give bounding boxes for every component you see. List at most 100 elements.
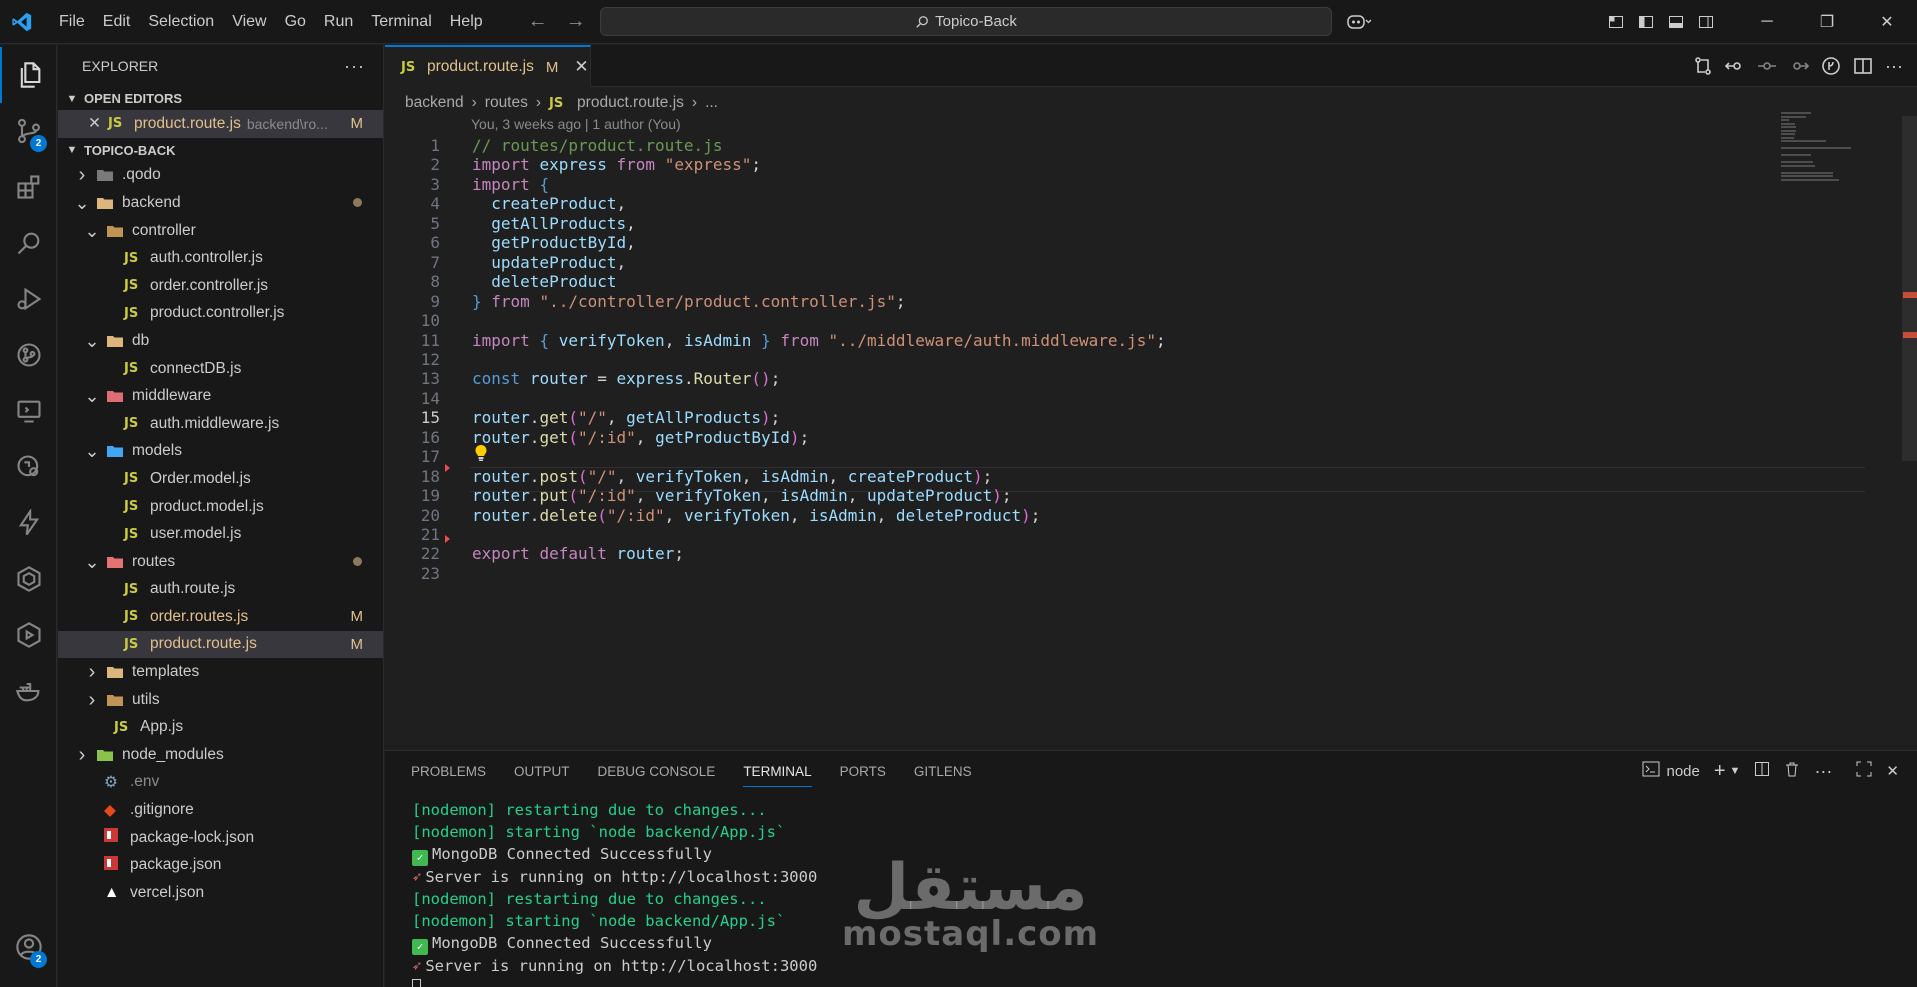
tree-item[interactable]: ⌄ routes (58, 548, 383, 576)
source-control-icon[interactable]: 2 (0, 103, 57, 159)
breadcrumb-backend[interactable]: backend (405, 94, 464, 112)
toggle-primary-sidebar-icon[interactable] (1631, 0, 1661, 44)
gitlens-inspect-icon[interactable] (1821, 56, 1841, 76)
accounts-icon[interactable]: 2 (0, 919, 57, 975)
split-editor-icon[interactable] (1853, 56, 1873, 76)
command-center-search[interactable]: Topico-Back (600, 7, 1332, 36)
breadcrumb-symbol[interactable]: ... (705, 94, 718, 112)
close-panel-icon[interactable]: ✕ (1886, 762, 1899, 780)
code-editor[interactable]: 1// routes/product.route.js 2 import expre… (385, 134, 1865, 679)
breadcrumb-file[interactable]: product.route.js (577, 94, 684, 112)
settings-gear-icon[interactable] (0, 975, 57, 987)
tree-item[interactable]: JS product.controller.js (58, 300, 383, 328)
tree-item[interactable]: JS product.model.js (58, 493, 383, 521)
more-actions-icon[interactable]: ··· (1814, 761, 1832, 782)
customize-layout-icon[interactable] (1601, 0, 1631, 44)
tab-output[interactable]: OUTPUT (514, 764, 570, 779)
tree-item-label: connectDB.js (150, 359, 242, 377)
tree-item[interactable]: ⌄ db (58, 327, 383, 355)
compare-changes-icon[interactable] (1693, 56, 1713, 76)
tree-item[interactable]: ⌄ backend (58, 189, 383, 217)
tree-item[interactable]: JS auth.middleware.js (58, 410, 383, 438)
tree-item[interactable]: JS auth.route.js (58, 576, 383, 604)
back-arrow-icon[interactable]: ← (528, 10, 548, 33)
timeline-dot-icon[interactable] (1757, 56, 1777, 76)
tree-item[interactable]: ⌄ models (58, 438, 383, 466)
terminal-shell-label[interactable]: node (1666, 763, 1699, 780)
tree-item[interactable]: ⌄ middleware (58, 382, 383, 410)
codesandbox-icon[interactable] (0, 607, 57, 663)
tree-item[interactable]: › utils (58, 686, 383, 714)
codelens-blame[interactable]: You, 3 weeks ago | 1 author (You) (471, 116, 681, 132)
maximize-panel-icon[interactable] (1856, 761, 1872, 781)
gitlens-icon[interactable] (0, 327, 57, 383)
tab-problems[interactable]: PROBLEMS (411, 764, 486, 779)
project-section[interactable]: ▼ TOPICO-BACK (58, 139, 383, 162)
tree-item[interactable]: › templates (58, 658, 383, 686)
tab-debug-console[interactable]: DEBUG CONSOLE (598, 764, 716, 779)
menu-terminal[interactable]: Terminal (362, 0, 440, 44)
tree-item[interactable]: JS user.model.js (58, 520, 383, 548)
open-editors-section[interactable]: ▼ OPEN EDITORS (58, 87, 383, 110)
tree-item[interactable]: ⚙ .env (58, 769, 383, 797)
more-actions-icon[interactable]: ··· (344, 56, 365, 77)
chevron-down-icon[interactable]: ▼ (1730, 765, 1741, 777)
menu-edit[interactable]: Edit (94, 0, 140, 44)
tab-product-route[interactable]: JS product.route.js M ✕ (385, 45, 591, 87)
extensions-icon[interactable] (0, 159, 57, 215)
new-terminal-plus-icon[interactable]: + (1714, 760, 1726, 783)
tree-item[interactable]: JS connectDB.js (58, 355, 383, 383)
tab-ports[interactable]: PORTS (840, 764, 886, 779)
menu-help[interactable]: Help (441, 0, 492, 44)
search-sidebar-icon[interactable] (0, 215, 57, 271)
toggle-panel-icon[interactable] (1661, 0, 1691, 44)
kill-terminal-trash-icon[interactable] (1784, 761, 1800, 781)
lightning-icon[interactable] (0, 495, 57, 551)
tree-item[interactable]: package.json (58, 851, 383, 879)
lightbulb-icon[interactable] (474, 444, 488, 466)
tree-item[interactable]: › node_modules (58, 741, 383, 769)
tree-item[interactable]: JS product.route.js M (58, 630, 383, 659)
terminal-output[interactable]: [nodemon] restarting due to changes... [n… (412, 799, 817, 987)
timeline-forward-icon[interactable] (1789, 56, 1810, 76)
docker-search-icon[interactable] (0, 439, 57, 495)
copilot-icon[interactable] (1337, 0, 1381, 44)
minimize-icon[interactable]: ─ (1737, 0, 1797, 44)
open-editor-item[interactable]: ✕ JS product.route.js backend\ro... M (58, 110, 383, 138)
menu-selection[interactable]: Selection (139, 0, 223, 44)
toggle-secondary-sidebar-icon[interactable] (1691, 0, 1721, 44)
close-icon[interactable]: ✕ (88, 114, 108, 133)
run-debug-icon[interactable] (0, 271, 57, 327)
minimap[interactable] (1781, 112, 1861, 181)
close-window-icon[interactable]: ✕ (1857, 0, 1917, 44)
menu-view[interactable]: View (223, 0, 275, 44)
tree-item[interactable]: JS App.js (58, 713, 383, 741)
forward-arrow-icon[interactable]: → (566, 10, 586, 33)
close-tab-icon[interactable]: ✕ (574, 57, 588, 77)
docker-icon[interactable] (0, 663, 57, 719)
tree-item[interactable]: JS Order.model.js (58, 465, 383, 493)
more-actions-icon[interactable]: ··· (1885, 56, 1903, 77)
menu-go[interactable]: Go (276, 0, 315, 44)
tree-item[interactable]: › .qodo (58, 162, 383, 190)
code-line[interactable]: 23 (385, 562, 1785, 586)
restore-icon[interactable]: ❐ (1797, 0, 1857, 44)
tree-item[interactable]: package-lock.json (58, 824, 383, 852)
tab-terminal[interactable]: TERMINAL (743, 764, 812, 787)
tree-item[interactable]: ▲ vercel.json (58, 879, 383, 907)
tree-item[interactable]: ⌄ controller (58, 217, 383, 245)
tree-item[interactable]: JS order.routes.js M (58, 603, 383, 631)
tab-gitlens[interactable]: GITLENS (914, 764, 972, 779)
tree-item[interactable]: JS order.controller.js (58, 272, 383, 300)
editor-scrollbar[interactable] (1902, 116, 1917, 461)
remote-explorer-icon[interactable] (0, 383, 57, 439)
tree-item[interactable]: JS auth.controller.js (58, 244, 383, 272)
qodo-icon[interactable] (0, 551, 57, 607)
menu-run[interactable]: Run (315, 0, 362, 44)
split-terminal-icon[interactable] (1754, 761, 1770, 781)
timeline-back-icon[interactable] (1725, 56, 1745, 76)
explorer-icon[interactable] (0, 47, 57, 103)
tree-item[interactable]: ◆ .gitignore (58, 796, 383, 824)
menu-file[interactable]: File (50, 0, 94, 44)
breadcrumb-routes[interactable]: routes (485, 94, 528, 112)
